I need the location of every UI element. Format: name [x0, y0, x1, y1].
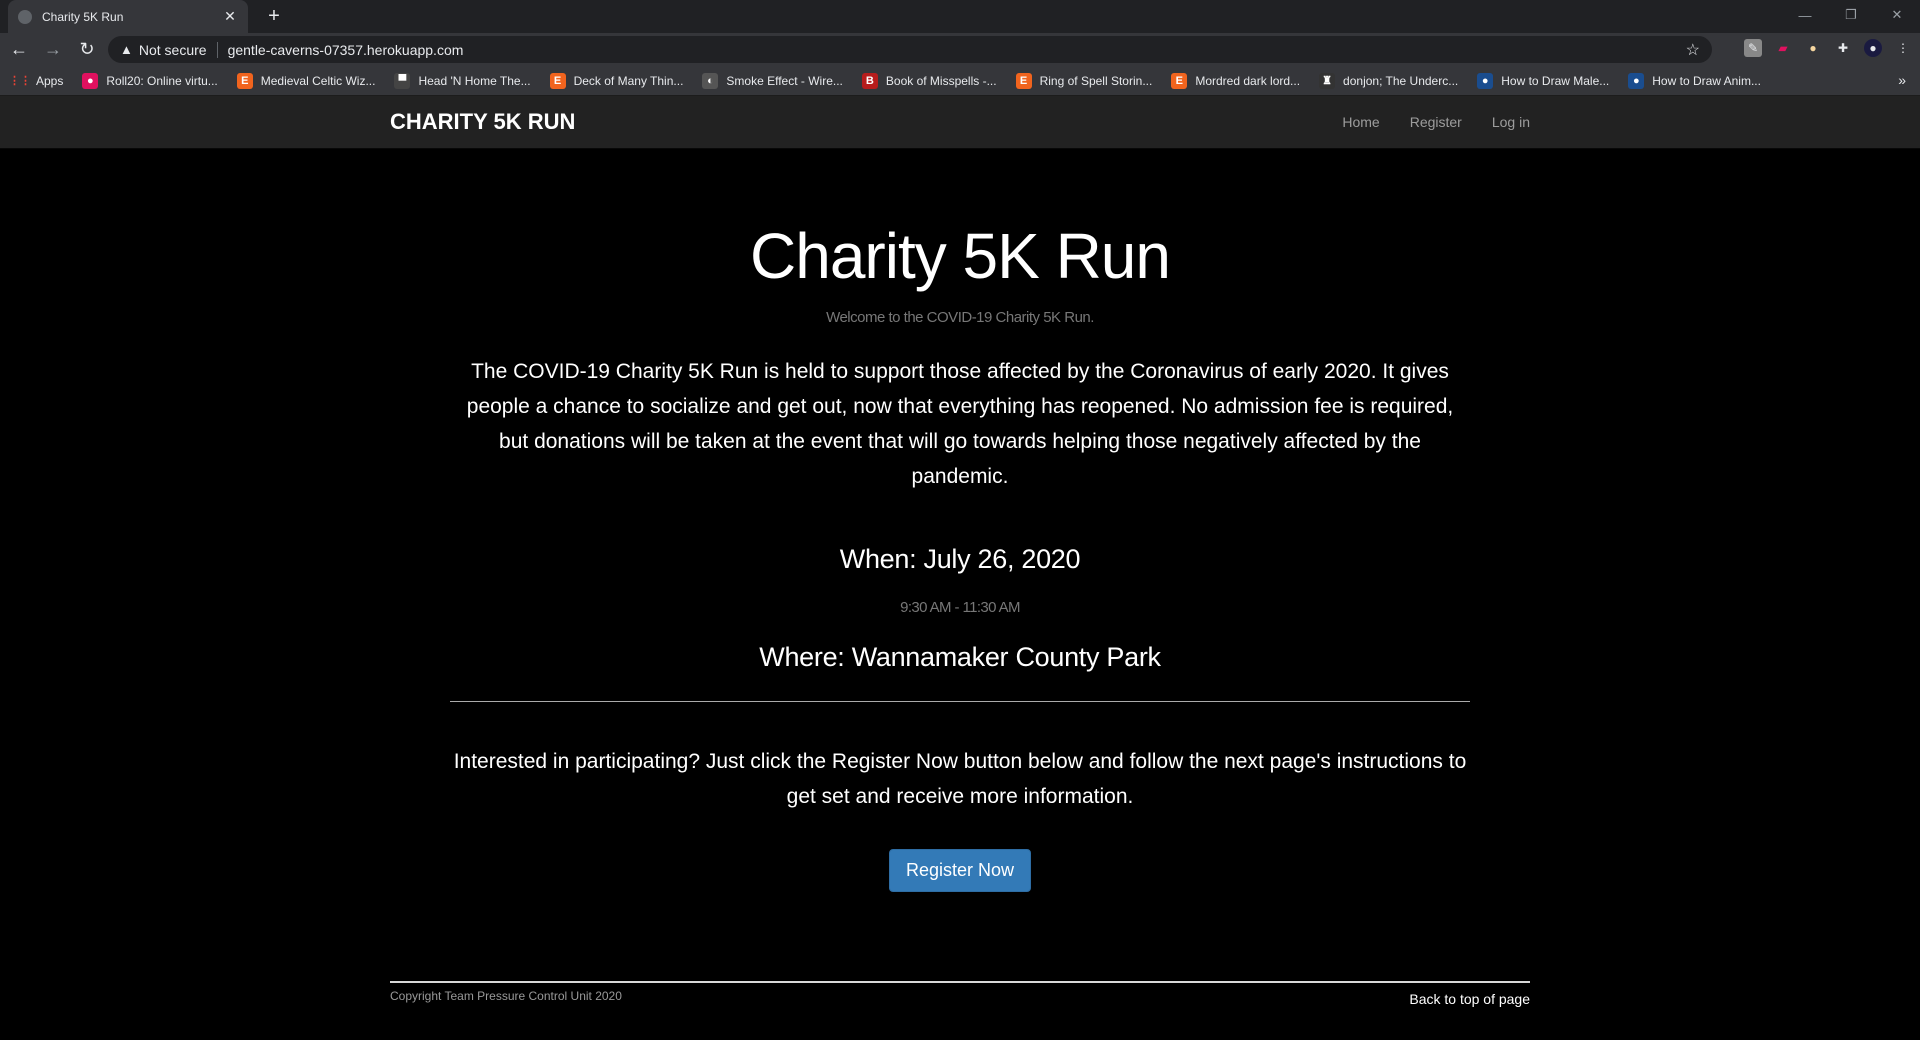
etsy-icon: E: [236, 72, 253, 89]
etsy-icon: E: [549, 72, 566, 89]
nav-links: Home Register Log in: [1327, 96, 1530, 148]
donjon-icon: ♜: [1319, 72, 1336, 89]
bookmark-label: Head 'N Home The...: [418, 73, 531, 88]
apps-grid-icon: ⋮⋮: [9, 75, 31, 87]
bookmark-label: How to Draw Anim...: [1652, 73, 1761, 88]
close-tab-icon[interactable]: ✕: [222, 8, 238, 25]
tab-title: Charity 5K Run: [42, 9, 124, 24]
omnibox-separator: [216, 41, 218, 58]
bookmark-label: Apps: [36, 73, 64, 88]
bookmark-label: donjon; The Underc...: [1343, 73, 1459, 88]
new-tab-icon[interactable]: +: [262, 5, 286, 28]
browser-tab[interactable]: Charity 5K Run ✕: [8, 0, 248, 33]
window-controls: ― ❐ ✕: [1782, 0, 1920, 30]
site-brand[interactable]: CHARITY 5K RUN: [390, 96, 575, 148]
main-content: Charity 5K Run Welcome to the COVID-19 C…: [450, 220, 1470, 893]
forward-arrow-icon[interactable]: →: [38, 35, 68, 65]
bookmark-item[interactable]: ◐ Smoke Effect - Wire...: [702, 72, 843, 89]
extension-icon[interactable]: ●: [1804, 39, 1822, 57]
back-arrow-icon[interactable]: ←: [4, 35, 34, 65]
etsy-icon: E: [1015, 72, 1032, 89]
register-now-button[interactable]: Register Now: [888, 849, 1032, 893]
extension-icon[interactable]: ▰: [1774, 39, 1792, 57]
bookmark-label: Mordred dark lord...: [1195, 73, 1301, 88]
close-window-icon[interactable]: ✕: [1874, 0, 1920, 30]
page-title: Charity 5K Run: [750, 220, 1171, 292]
menu-kebab-icon[interactable]: ⋮: [1894, 39, 1912, 57]
bookmark-label: Smoke Effect - Wire...: [726, 73, 843, 88]
nav-register-link[interactable]: Register: [1395, 96, 1477, 148]
bookmark-item[interactable]: B Book of Misspells -...: [861, 72, 997, 89]
site-icon: ●: [1628, 72, 1645, 89]
page-footer: Copyright Team Pressure Control Unit 202…: [390, 981, 1530, 1007]
site-icon: ●: [1477, 72, 1494, 89]
url-text: gentle-caverns-07357.herokuapp.com: [227, 41, 464, 58]
bookmark-label: Roll20: Online virtu...: [106, 73, 218, 88]
bookmark-label: Ring of Spell Storin...: [1039, 73, 1153, 88]
event-time: 9:30 AM - 11:30 AM: [900, 599, 1020, 617]
bookmark-item[interactable]: E Deck of Many Thin...: [549, 72, 684, 89]
address-bar[interactable]: ▲ Not secure gentle-caverns-07357.heroku…: [108, 36, 1712, 63]
bookmark-label: Medieval Celtic Wiz...: [260, 73, 376, 88]
copyright-text: Copyright Team Pressure Control Unit 202…: [390, 989, 622, 1003]
profile-avatar[interactable]: ●: [1864, 39, 1882, 57]
bookmark-item[interactable]: ⋮⋮ Apps: [9, 73, 64, 89]
bookmark-item[interactable]: ● How to Draw Male...: [1477, 72, 1610, 89]
nav-login-link[interactable]: Log in: [1477, 96, 1530, 148]
bookmark-label: How to Draw Male...: [1501, 73, 1610, 88]
site-navbar: CHARITY 5K RUN Home Register Log in: [0, 96, 1920, 149]
site-icon: ▀: [394, 72, 411, 89]
etsy-icon: E: [1171, 72, 1188, 89]
bookmark-item[interactable]: ♜ donjon; The Underc...: [1319, 72, 1459, 89]
event-date: When: July 26, 2020: [839, 544, 1081, 575]
browser-toolbar: ← → ↻ ▲ Not secure gentle-caverns-07357.…: [0, 33, 1920, 66]
extensions-area: ✎ ▰ ● ✚ ● ⋮: [1744, 39, 1912, 57]
extension-icon[interactable]: ✎: [1744, 39, 1762, 57]
book-icon: B: [861, 72, 878, 89]
bookmark-star-icon[interactable]: ☆: [1686, 40, 1700, 60]
back-to-top-link[interactable]: Back to top of page: [1409, 991, 1530, 1007]
bookmark-label: Deck of Many Thin...: [573, 73, 684, 88]
event-location: Where: Wannamaker County Park: [759, 642, 1161, 673]
warning-icon: ▲: [120, 42, 133, 57]
puzzle-icon[interactable]: ✚: [1834, 39, 1852, 57]
bookmarks-bar: ⋮⋮ Apps ● Roll20: Online virtu... E Medieval …: [0, 66, 1920, 96]
minimize-icon[interactable]: ―: [1782, 0, 1828, 30]
bookmark-item[interactable]: E Medieval Celtic Wiz...: [236, 72, 376, 89]
reload-icon[interactable]: ↻: [72, 35, 102, 65]
restore-icon[interactable]: ❐: [1828, 0, 1874, 30]
bookmark-item[interactable]: ● Roll20: Online virtu...: [82, 72, 218, 89]
browser-tabstrip: Charity 5K Run ✕ + ― ❐ ✕: [0, 0, 1920, 33]
globe-icon: ◐: [702, 72, 719, 89]
roll20-icon: ●: [82, 72, 99, 89]
bookmarks-overflow-icon[interactable]: »: [1898, 72, 1906, 88]
security-label: Not secure: [138, 41, 207, 58]
event-description: The COVID-19 Charity 5K Run is held to s…: [466, 360, 1454, 489]
bookmark-item[interactable]: E Mordred dark lord...: [1171, 72, 1301, 89]
cta-text: Interested in participating? Just click …: [453, 750, 1467, 809]
page-subtitle: Welcome to the COVID-19 Charity 5K Run.: [826, 309, 1094, 327]
bookmark-item[interactable]: ▀ Head 'N Home The...: [394, 72, 531, 89]
nav-home-link[interactable]: Home: [1327, 96, 1394, 148]
globe-icon: [18, 9, 32, 24]
content-divider: [450, 701, 1470, 703]
bookmark-item[interactable]: ● How to Draw Anim...: [1628, 72, 1761, 89]
bookmark-item[interactable]: E Ring of Spell Storin...: [1015, 72, 1153, 89]
bookmark-label: Book of Misspells -...: [885, 73, 997, 88]
